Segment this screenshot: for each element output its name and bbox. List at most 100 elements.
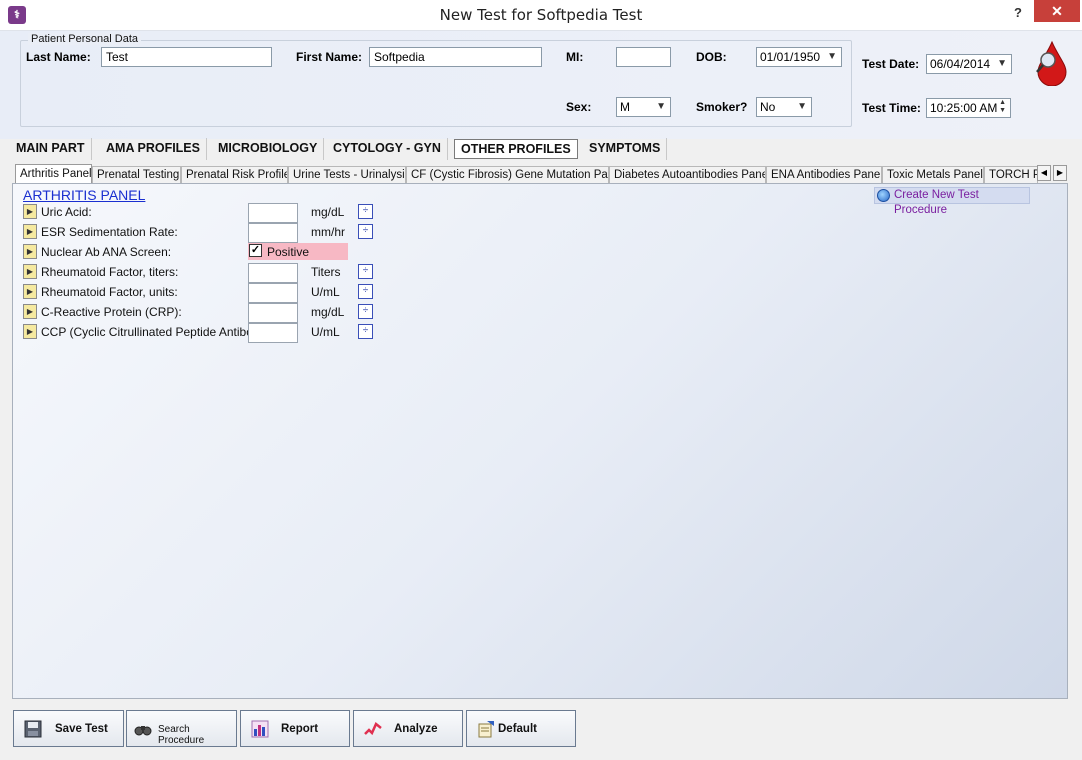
- subtab-diabetes-autoantibodies[interactable]: Diabetes Autoantibodies Panel: [609, 166, 766, 184]
- arthritis-panel: [12, 183, 1068, 699]
- rf-titers-label: Rheumatoid Factor, titers:: [41, 265, 179, 279]
- calculator-icon[interactable]: ÷: [358, 224, 373, 239]
- tab-symptoms[interactable]: SYMPTOMS: [583, 138, 668, 160]
- help-button[interactable]: ?: [1005, 3, 1031, 23]
- calculator-icon[interactable]: ÷: [358, 284, 373, 299]
- ccp-input[interactable]: [248, 323, 298, 343]
- search-procedure-label: Search Procedure: [158, 724, 205, 746]
- report-label: Report: [281, 723, 319, 735]
- ccp-label: CCP (Cyclic Citrullinated Peptide Antibo…: [41, 325, 273, 339]
- positive-checkbox[interactable]: ✓: [249, 244, 262, 257]
- rf-titers-unit: Titers: [311, 265, 341, 279]
- sex-value: M: [620, 100, 630, 114]
- save-test-button[interactable]: Save Test: [13, 710, 124, 747]
- test-date-picker[interactable]: 06/04/2014 ▼: [926, 54, 1012, 74]
- subtab-prenatal-risk-profile[interactable]: Prenatal Risk Profile: [181, 166, 288, 184]
- calculator-icon[interactable]: ÷: [358, 204, 373, 219]
- tab-cytology-gyn[interactable]: CYTOLOGY - GYN: [327, 138, 448, 160]
- row-expand-icon[interactable]: ▶: [23, 324, 37, 339]
- subtab-torch[interactable]: TORCH P: [984, 166, 1038, 184]
- mi-input[interactable]: [616, 47, 671, 67]
- default-label: Default: [498, 723, 537, 735]
- uric-acid-unit: mg/dL: [311, 205, 345, 219]
- tab-ama-profiles[interactable]: AMA PROFILES: [100, 138, 207, 160]
- last-name-input[interactable]: Test: [101, 47, 272, 67]
- first-name-input[interactable]: Softpedia: [369, 47, 542, 67]
- subtab-urine-tests[interactable]: Urine Tests - Urinalysis: [288, 166, 406, 184]
- calculator-icon[interactable]: ÷: [358, 304, 373, 319]
- subtab-ena-antibodies[interactable]: ENA Antibodies Panel: [766, 166, 882, 184]
- smoker-value: No: [760, 100, 776, 114]
- last-name-label: Last Name:: [26, 50, 91, 64]
- rf-titers-input[interactable]: [248, 263, 298, 283]
- row-expand-icon[interactable]: ▶: [23, 264, 37, 279]
- spin-updown-icon[interactable]: ▲ ▼: [999, 99, 1006, 115]
- patient-data-group-label: Patient Personal Data: [28, 33, 142, 45]
- tab-scroll-left-icon[interactable]: ◀: [1037, 165, 1051, 181]
- calculator-icon[interactable]: ÷: [358, 264, 373, 279]
- row-expand-icon[interactable]: ▶: [23, 244, 37, 259]
- positive-checkbox-label[interactable]: Positive: [267, 245, 309, 259]
- crp-unit: mg/dL: [311, 305, 345, 319]
- esr-input[interactable]: [248, 223, 298, 243]
- tab-other-profiles[interactable]: OTHER PROFILES: [454, 139, 578, 159]
- rf-units-label: Rheumatoid Factor, units:: [41, 285, 178, 299]
- dob-value: 01/01/1950: [760, 50, 821, 64]
- chevron-down-icon[interactable]: ▼: [797, 100, 807, 114]
- rf-units-unit: U/mL: [311, 285, 340, 299]
- report-button[interactable]: Report: [240, 710, 350, 747]
- window-title: New Test for Softpedia Test: [439, 6, 643, 24]
- search-procedure-button[interactable]: Search Procedure: [126, 710, 237, 747]
- test-date-value: 06/04/2014: [930, 57, 991, 71]
- save-test-label: Save Test: [55, 723, 108, 735]
- main-tab-strip: MAIN PART AMA PROFILES MICROBIOLOGY CYTO…: [10, 138, 1072, 160]
- floppy-disk-icon: [24, 720, 42, 738]
- test-time-picker[interactable]: 10:25:00 AM ▲ ▼: [926, 98, 1011, 118]
- test-date-label: Test Date:: [862, 57, 920, 71]
- sub-tab-strip: Arthritis Panel Prenatal Testing Prenata…: [12, 164, 1068, 184]
- analyze-label: Analyze: [394, 723, 438, 735]
- crp-label: C-Reactive Protein (CRP):: [41, 305, 182, 319]
- row-expand-icon[interactable]: ▶: [23, 204, 37, 219]
- sex-select[interactable]: M ▼: [616, 97, 671, 117]
- dob-label: DOB:: [696, 50, 727, 64]
- bar-chart-icon: [251, 720, 269, 738]
- smoker-select[interactable]: No ▼: [756, 97, 812, 117]
- tab-microbiology[interactable]: MICROBIOLOGY: [212, 138, 325, 160]
- analyze-button[interactable]: Analyze: [353, 710, 463, 747]
- default-button[interactable]: Default: [466, 710, 576, 747]
- chevron-down-icon[interactable]: ▼: [997, 57, 1007, 71]
- smoker-label: Smoker?: [696, 100, 748, 114]
- pulse-chart-icon: [364, 722, 382, 736]
- subtab-cf-gene-panel[interactable]: CF (Cystic Fibrosis) Gene Mutation Panel: [406, 166, 609, 184]
- first-name-label: First Name:: [296, 50, 363, 64]
- subtab-toxic-metals[interactable]: Toxic Metals Panel: [882, 166, 984, 184]
- dob-picker[interactable]: 01/01/1950 ▼: [756, 47, 842, 67]
- blood-drop-icon: [1036, 40, 1067, 86]
- crp-input[interactable]: [248, 303, 298, 323]
- ccp-unit: U/mL: [311, 325, 340, 339]
- chevron-down-icon[interactable]: ▼: [827, 50, 837, 64]
- test-time-value: 10:25:00 AM: [930, 101, 998, 115]
- row-expand-icon[interactable]: ▶: [23, 224, 37, 239]
- sex-label: Sex:: [566, 100, 592, 114]
- mi-label: MI:: [566, 50, 584, 64]
- uric-acid-label: Uric Acid:: [41, 205, 92, 219]
- uric-acid-input[interactable]: [248, 203, 298, 223]
- calculator-icon[interactable]: ÷: [358, 324, 373, 339]
- nuclear-ab-ana-label: Nuclear Ab ANA Screen:: [41, 245, 172, 259]
- rf-units-input[interactable]: [248, 283, 298, 303]
- close-button[interactable]: ✕: [1034, 0, 1080, 22]
- subtab-prenatal-testing[interactable]: Prenatal Testing: [92, 166, 181, 184]
- row-expand-icon[interactable]: ▶: [23, 284, 37, 299]
- globe-icon: [877, 189, 890, 202]
- create-test-procedure-button[interactable]: Create New Test Procedure: [874, 187, 1030, 216]
- tab-main-part[interactable]: MAIN PART: [10, 138, 92, 160]
- panel-title-link[interactable]: ARTHRITIS PANEL: [23, 187, 145, 203]
- chevron-down-icon[interactable]: ▼: [656, 100, 666, 114]
- subtab-arthritis-panel[interactable]: Arthritis Panel: [15, 164, 92, 184]
- binoculars-icon: [134, 726, 152, 736]
- tab-scroll-right-icon[interactable]: ▶: [1053, 165, 1067, 181]
- test-time-label: Test Time:: [862, 101, 921, 115]
- row-expand-icon[interactable]: ▶: [23, 304, 37, 319]
